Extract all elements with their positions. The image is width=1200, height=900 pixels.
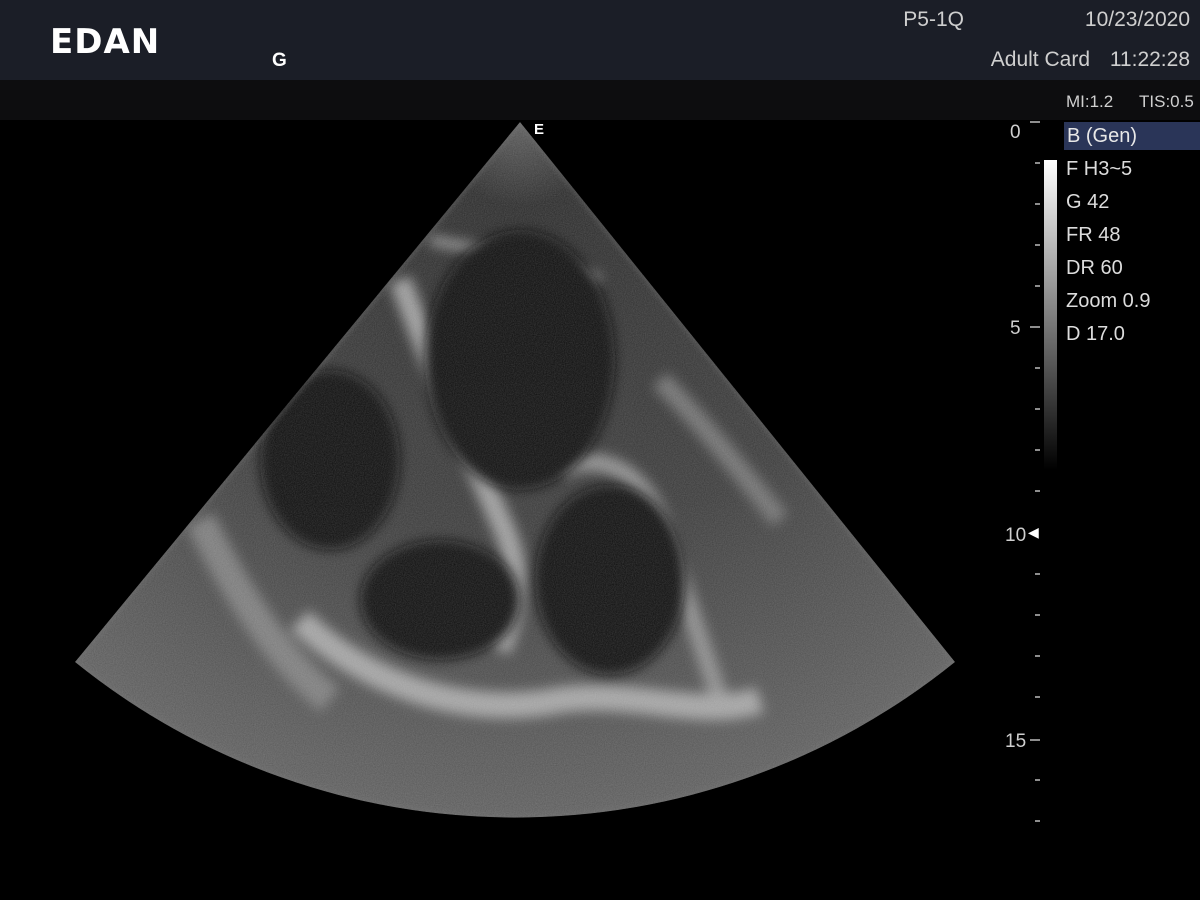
depth-label-0: 0 — [1010, 122, 1021, 143]
grayscale-bar — [1044, 160, 1057, 470]
param-zoom: Zoom 0.9 — [1066, 290, 1151, 312]
param-dynamic-range: DR 60 — [1066, 257, 1123, 279]
param-frequency: F H3~5 — [1066, 158, 1133, 180]
imaging-mode[interactable]: B (Gen) — [1064, 122, 1200, 150]
param-frame-rate: FR 48 — [1066, 224, 1121, 246]
imaging-parameters: F H3~5 G 42 FR 48 DR 60 Zoom 0.9 D 17.0 — [1066, 155, 1150, 353]
depth-label-15: 15 — [1005, 731, 1027, 752]
focus-marker-icon[interactable]: ◀ — [1028, 524, 1039, 541]
param-depth: D 17.0 — [1066, 323, 1125, 345]
param-gain: G 42 — [1066, 191, 1110, 213]
depth-label-10: 10 — [1005, 525, 1027, 546]
depth-label-5: 5 — [1010, 318, 1021, 339]
